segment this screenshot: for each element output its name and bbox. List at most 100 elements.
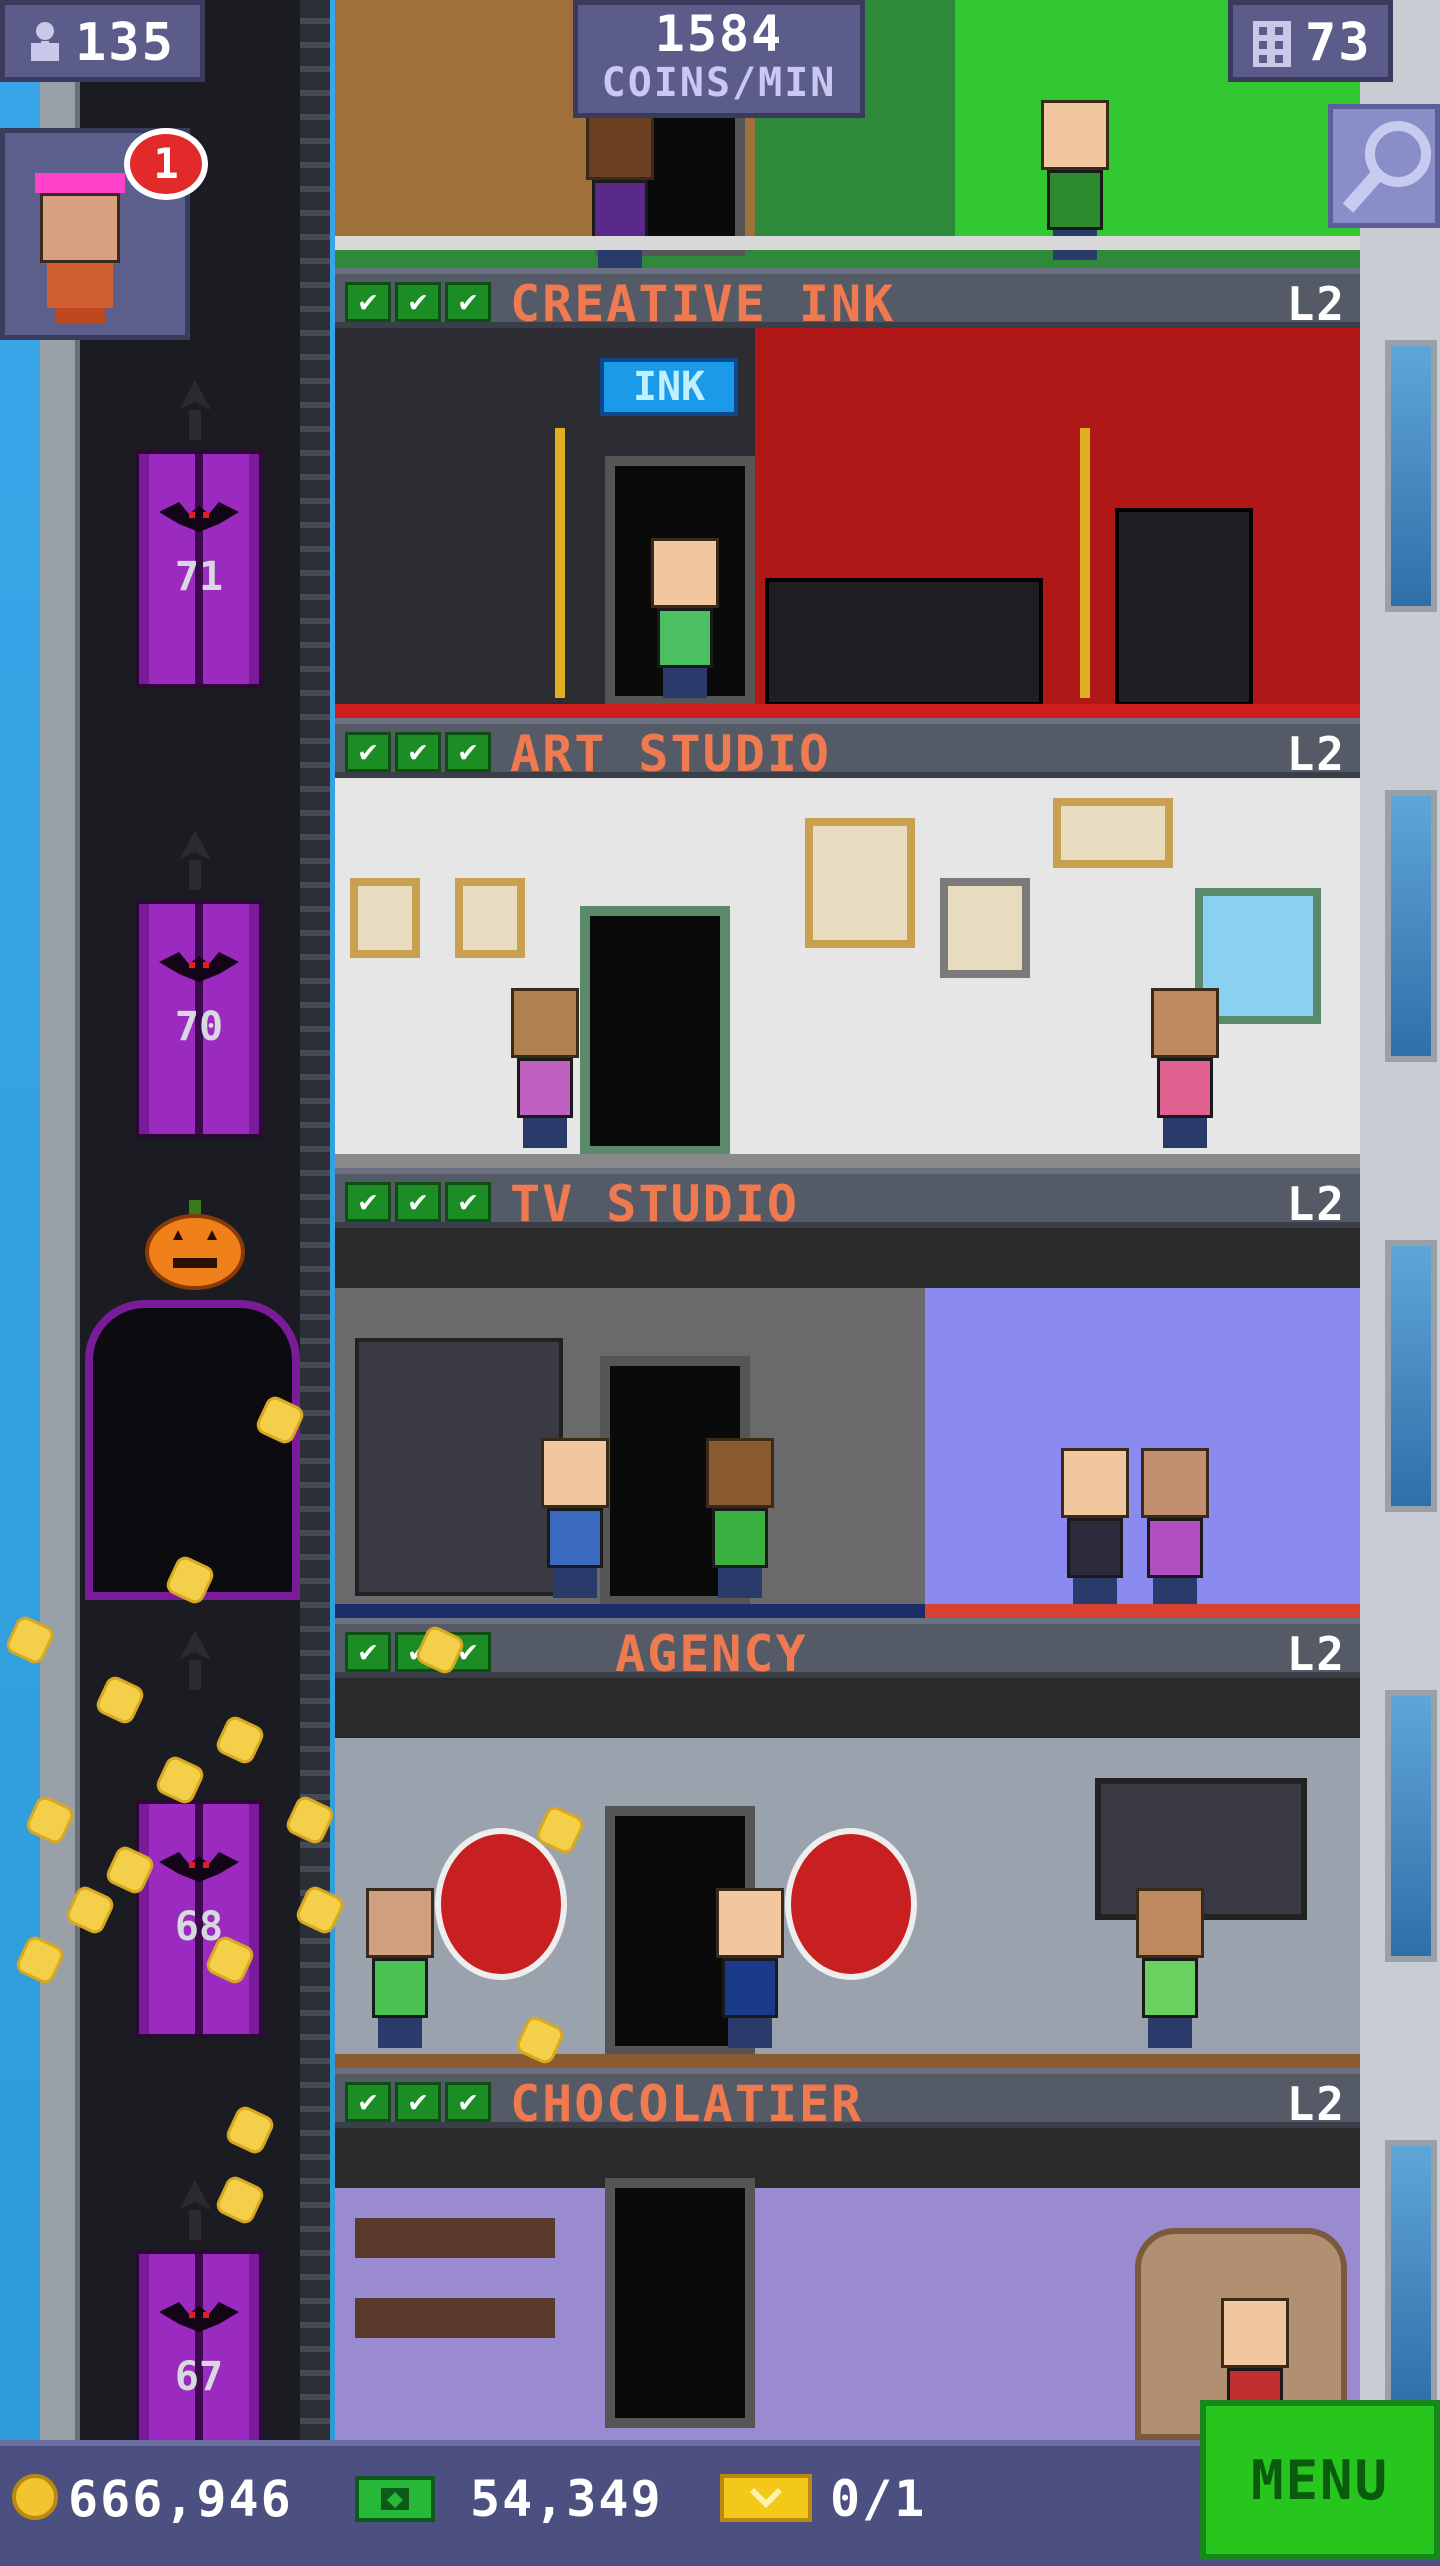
elevator-car[interactable] (85, 1300, 300, 1600)
ink-sign: INK (600, 358, 738, 416)
egg-chair (785, 1828, 917, 1980)
building-icon (1251, 19, 1293, 69)
painting (805, 818, 915, 948)
chocolate-shelf (355, 2218, 555, 2258)
bat-icon (159, 1852, 239, 1882)
lamp-icon (1080, 428, 1090, 698)
floor-agency[interactable]: ✔✔✔ AGENCY L2 (335, 1618, 1360, 2068)
floor-banner: ✔ ✔ ✔ ART STUDIO L2 (335, 718, 1360, 783)
floor-chocolatier[interactable]: ✔ ✔ ✔ CHOCOLATIER L2 (335, 2068, 1360, 2440)
tower-window (1385, 340, 1437, 612)
bitizen[interactable] (505, 988, 585, 1148)
floor-level: L2 (1286, 727, 1346, 781)
elevator-door[interactable]: 68 (135, 1800, 263, 2038)
check-icon: ✔ (345, 2082, 391, 2122)
elevator-floor-number: 67 (174, 2354, 224, 2400)
check-icon: ✔ (445, 282, 491, 322)
floor-level: L2 (1286, 1177, 1346, 1231)
floor-name: ART STUDIO (510, 725, 832, 783)
elevator-call-icon[interactable] (175, 380, 215, 440)
elevator-call-icon[interactable] (175, 2180, 215, 2240)
floor-level: L2 (1286, 1627, 1346, 1681)
bat-icon (159, 952, 239, 982)
floor-stock-checks: ✔✔✔ (345, 282, 491, 322)
tower-left-wall (40, 0, 81, 2440)
bitizen[interactable] (1135, 1448, 1215, 1608)
tower-window (1385, 2140, 1437, 2412)
floor-name: AGENCY (615, 1625, 808, 1683)
bitizen[interactable] (1055, 1448, 1135, 1608)
visitor-notification-badge: 1 (124, 128, 208, 200)
floor-name: CHOCOLATIER (510, 2075, 864, 2133)
tickets-value: 0/1 (830, 2470, 927, 2528)
search-icon (1342, 121, 1431, 213)
check-icon: ✔ (395, 1182, 441, 1222)
bat-icon (159, 502, 239, 532)
floor-banner: ✔✔✔ AGENCY L2 (335, 1618, 1360, 1683)
coins-per-min-value: 1584 (654, 5, 784, 63)
population-icon (25, 21, 65, 65)
check-icon: ✔ (395, 282, 441, 322)
painting (455, 878, 525, 958)
menu-button[interactable]: MENU (1200, 2400, 1440, 2560)
elevator-call-icon[interactable] (175, 830, 215, 890)
floor-banner: ✔ ✔ ✔ CHOCOLATIER L2 (335, 2068, 1360, 2133)
check-icon: ✔ (445, 732, 491, 772)
check-icon: ✔ (445, 1182, 491, 1222)
floor-stock-checks: ✔✔✔ (345, 2082, 491, 2122)
floor-banner: ✔ ✔ ✔ CREATIVE INK L2 (335, 268, 1360, 333)
egg-chair (435, 1828, 567, 1980)
floor-name: CREATIVE INK (510, 275, 896, 333)
floor-art-studio[interactable]: ✔ ✔ ✔ ART STUDIO L2 (335, 718, 1360, 1168)
elevator-floor-number: 70 (174, 1004, 224, 1050)
elevator-door[interactable]: 70 (135, 900, 263, 1138)
bux-value: 54,349 (470, 2470, 663, 2528)
elevator-floor-number: 71 (174, 554, 224, 600)
coins-per-min-display: 1584 COINS/MIN (573, 0, 865, 118)
check-icon: ✔ (395, 2082, 441, 2122)
tower-window (1385, 790, 1437, 1062)
floor-level: L2 (1286, 277, 1346, 331)
floors-value: 73 (1305, 13, 1372, 73)
floor-level: L2 (1286, 2077, 1346, 2131)
painting (1053, 798, 1173, 868)
floor-stock-checks: ✔✔✔ (345, 1182, 491, 1222)
bitizen[interactable] (710, 1888, 790, 2048)
bitizen[interactable] (1130, 1888, 1210, 2048)
floor-tv-studio[interactable]: ✔ ✔ ✔ TV STUDIO L2 (335, 1168, 1360, 1618)
floor-name: TV STUDIO (510, 1175, 799, 1233)
elevator-door[interactable]: 71 (135, 450, 263, 688)
bitizen[interactable] (360, 1888, 440, 2048)
population-counter[interactable]: 135 (0, 0, 205, 82)
bat-icon (159, 2302, 239, 2332)
tattoo-chair (1115, 508, 1253, 706)
bitizen[interactable] (1145, 988, 1225, 1148)
bux-icon (355, 2470, 435, 2526)
check-icon: ✔ (345, 282, 391, 322)
bitizen[interactable] (535, 1438, 615, 1598)
population-value: 135 (75, 13, 175, 73)
bitizen[interactable] (645, 538, 725, 698)
floor-stock-checks: ✔✔✔ (345, 732, 491, 772)
floors-counter[interactable]: 73 (1228, 0, 1393, 82)
tower-window (1385, 1240, 1437, 1512)
floor-creative-ink[interactable]: ✔ ✔ ✔ CREATIVE INK L2 INK (335, 268, 1360, 718)
floor-door (605, 2178, 755, 2428)
coins-per-min-label: COINS/MIN (601, 60, 837, 106)
sofa (765, 578, 1043, 706)
check-icon: ✔ (345, 1632, 391, 1672)
check-icon: ✔ (395, 732, 441, 772)
control-console (355, 1338, 563, 1596)
ticket-icon (720, 2472, 812, 2524)
floor-door (580, 906, 730, 1156)
pumpkin-icon (145, 1200, 245, 1290)
search-button[interactable] (1328, 104, 1440, 228)
elevator-call-icon[interactable] (175, 1630, 215, 1690)
floor-banner: ✔ ✔ ✔ TV STUDIO L2 (335, 1168, 1360, 1233)
painting (350, 878, 420, 958)
painting (940, 878, 1030, 978)
coin-icon (12, 2474, 58, 2520)
lamp-icon (555, 428, 565, 698)
bitizen[interactable] (700, 1438, 780, 1598)
elevator-door[interactable]: 67 (135, 2250, 263, 2448)
